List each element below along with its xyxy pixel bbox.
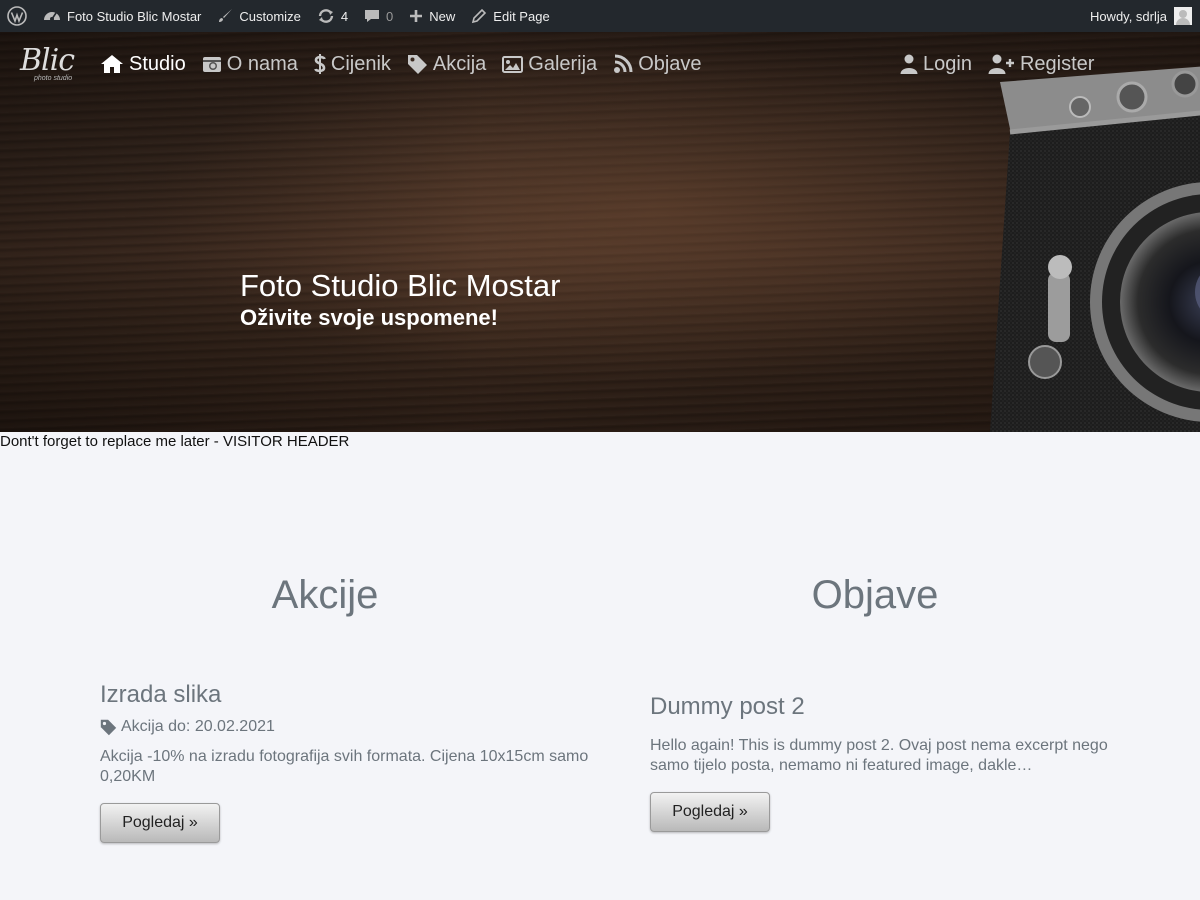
camera-icon bbox=[202, 57, 221, 72]
site-name-label: Foto Studio Blic Mostar bbox=[67, 8, 202, 24]
wordpress-logo-menu[interactable] bbox=[0, 0, 35, 32]
nav-item-cijenik[interactable]: Cijenik bbox=[314, 53, 391, 76]
objave-heading: Objave bbox=[811, 573, 939, 617]
nav-label-objave: Objave bbox=[638, 52, 702, 75]
customize-label: Customize bbox=[239, 8, 301, 24]
tag-icon bbox=[100, 719, 117, 735]
nav-item-galerija[interactable]: Galerija bbox=[502, 53, 597, 76]
objave-section: Objave Dummy post 2 Hello again! This is… bbox=[650, 560, 1150, 832]
camera-illustration bbox=[990, 66, 1200, 432]
howdy-label: Howdy, sdrlja bbox=[1089, 8, 1167, 24]
akcija-meta: Akcija do: 20.02.2021 bbox=[100, 718, 600, 736]
register-label: Register bbox=[1019, 52, 1095, 75]
user-icon bbox=[900, 54, 918, 74]
nav-label-studio: Studio bbox=[129, 52, 186, 75]
akcije-section: Akcije Izrada slika Akcija do: 20.02.202… bbox=[100, 560, 600, 843]
login-link[interactable]: Login bbox=[900, 53, 972, 76]
home-icon bbox=[101, 55, 123, 73]
akcija-read-more-button[interactable]: Pogledaj » bbox=[100, 803, 220, 843]
objava-post-title[interactable]: Dummy post 2 bbox=[650, 692, 1150, 722]
dashboard-icon bbox=[44, 12, 60, 21]
my-account-menu[interactable]: Howdy, sdrlja bbox=[1082, 0, 1200, 32]
user-plus-icon bbox=[988, 54, 1014, 74]
visitor-header-note: Dont't forget to replace me later - VISI… bbox=[0, 433, 350, 450]
main-navbar: Blic photo studio Studio O nama Cijenik … bbox=[0, 32, 1200, 96]
nav-item-akcija[interactable]: Akcija bbox=[407, 53, 486, 76]
comments-count: 0 bbox=[386, 8, 394, 24]
feed-icon bbox=[614, 54, 633, 73]
comment-icon bbox=[365, 10, 380, 22]
hero-banner: Blic photo studio Studio O nama Cijenik … bbox=[0, 32, 1200, 432]
nav-item-studio[interactable]: Studio bbox=[100, 53, 186, 76]
akcije-heading: Akcije bbox=[271, 573, 379, 617]
dollar-icon bbox=[314, 54, 326, 74]
updates-count: 4 bbox=[340, 8, 349, 24]
edit-page-label: Edit Page bbox=[493, 8, 550, 24]
nav-label-akcija: Akcija bbox=[432, 52, 487, 75]
nav-item-objave[interactable]: Objave bbox=[613, 52, 702, 76]
akcija-excerpt: Akcija -10% na izradu fotografija svih f… bbox=[100, 748, 589, 785]
hero-subtitle: Oživite svoje uspomene! bbox=[240, 305, 498, 330]
objava-excerpt: Hello again! This is dummy post 2. Ovaj … bbox=[650, 737, 1108, 774]
objava-read-more-button[interactable]: Pogledaj » bbox=[650, 792, 770, 832]
updates-link[interactable]: 4 bbox=[309, 0, 356, 32]
akcija-date: Akcija do: 20.02.2021 bbox=[121, 718, 275, 735]
new-label: New bbox=[429, 8, 456, 24]
logo-subtitle: photo studio bbox=[34, 75, 73, 82]
avatar bbox=[1174, 7, 1192, 25]
customize-link[interactable]: Customize bbox=[209, 0, 308, 32]
nav-label-galerija: Galerija bbox=[528, 52, 598, 75]
wordpress-icon bbox=[7, 6, 27, 26]
paintbrush-icon bbox=[219, 9, 233, 22]
register-link[interactable]: Register bbox=[988, 53, 1094, 76]
comments-link[interactable]: 0 bbox=[356, 0, 401, 32]
nav-label-cijenik: Cijenik bbox=[330, 52, 391, 75]
edit-page-link[interactable]: Edit Page bbox=[463, 0, 557, 32]
auth-menu: Login Register bbox=[900, 32, 1110, 96]
plus-icon bbox=[410, 10, 423, 22]
site-logo[interactable]: Blic photo studio bbox=[20, 41, 82, 85]
admin-bar: Foto Studio Blic Mostar Customize 4 0 Ne… bbox=[0, 0, 1200, 32]
tag-icon bbox=[407, 54, 427, 74]
site-name-menu[interactable]: Foto Studio Blic Mostar bbox=[35, 0, 209, 32]
image-icon bbox=[502, 55, 524, 73]
nav-menu: Studio O nama Cijenik Akcija Galerija Ob… bbox=[100, 32, 718, 96]
hero-text: Foto Studio Blic Mostar Oživite svoje us… bbox=[240, 268, 560, 332]
logo-text: Blic bbox=[20, 43, 75, 78]
login-label: Login bbox=[923, 52, 972, 75]
akcija-post-title[interactable]: Izrada slika bbox=[100, 680, 600, 710]
pencil-icon bbox=[472, 8, 487, 24]
nav-label-o-nama: O nama bbox=[226, 52, 298, 75]
hero-title: Foto Studio Blic Mostar bbox=[240, 268, 561, 303]
nav-item-o-nama[interactable]: O nama bbox=[202, 53, 298, 76]
new-content-menu[interactable]: New bbox=[401, 0, 463, 32]
updates-icon bbox=[318, 9, 334, 23]
